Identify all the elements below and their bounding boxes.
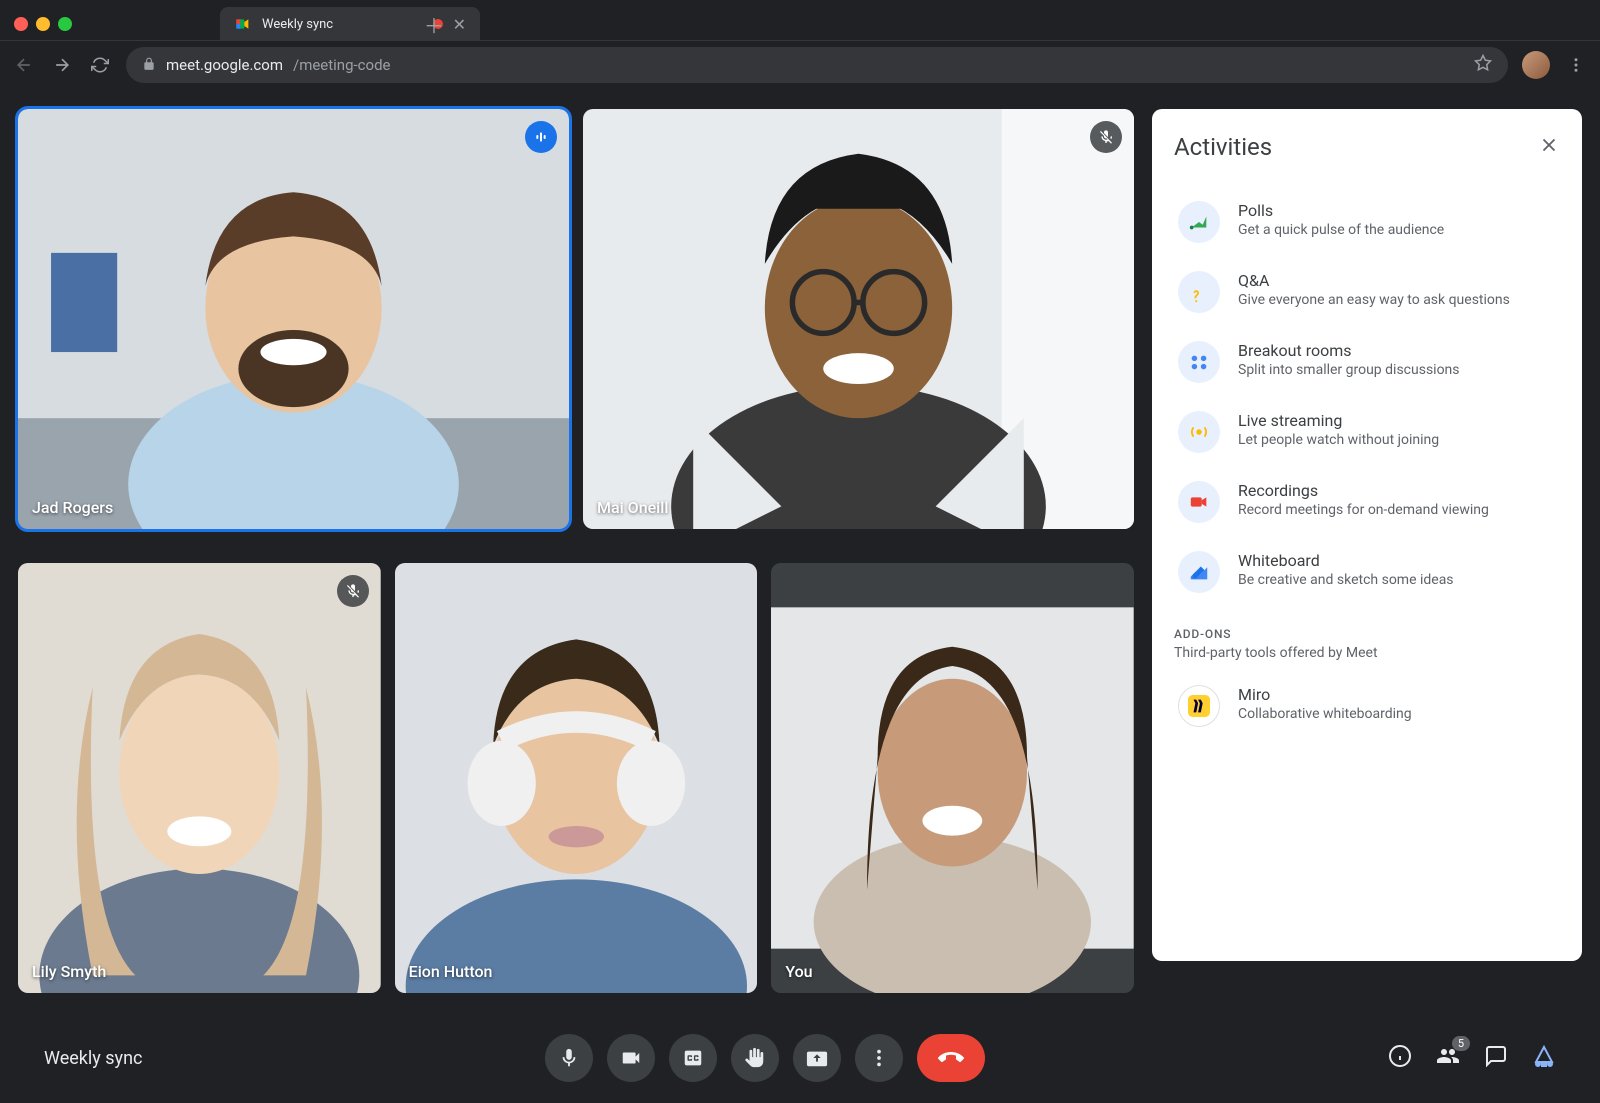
window-controls: Weekly sync ✕ ＋ xyxy=(0,0,1600,40)
addon-desc: Collaborative whiteboarding xyxy=(1238,706,1412,722)
participant-tile-jad[interactable]: Jad Rogers xyxy=(18,109,569,529)
address-bar[interactable]: meet.google.com/meeting-code xyxy=(126,47,1508,83)
activity-item-qa[interactable]: Q&A Give everyone an easy way to ask ques… xyxy=(1174,257,1560,327)
participant-tile-mai[interactable]: Mai Oneill xyxy=(583,109,1134,529)
addons-subtitle: Third-party tools offered by Meet xyxy=(1174,645,1560,661)
mic-toggle-button[interactable] xyxy=(545,1034,593,1082)
more-options-button[interactable] xyxy=(855,1034,903,1082)
live-icon xyxy=(1178,411,1220,453)
qa-icon xyxy=(1178,271,1220,313)
activity-title: Live streaming xyxy=(1238,411,1439,430)
addons-header: ADD-ONS xyxy=(1174,627,1560,641)
participant-name: Eion Hutton xyxy=(409,962,493,981)
participant-name: Jad Rogers xyxy=(32,498,113,517)
tab-title: Weekly sync xyxy=(262,17,423,32)
breakout-icon xyxy=(1178,341,1220,383)
addon-item-miro[interactable]: Miro Collaborative whiteboarding xyxy=(1174,671,1560,741)
url-path: /meeting-code xyxy=(293,56,390,74)
center-controls xyxy=(545,1034,985,1082)
panel-title: Activities xyxy=(1174,133,1272,161)
tab-close-button[interactable]: ✕ xyxy=(453,15,466,34)
participant-name: You xyxy=(785,962,812,981)
captions-button[interactable] xyxy=(669,1034,717,1082)
participant-tile-you[interactable]: You xyxy=(771,563,1134,993)
chat-button[interactable] xyxy=(1484,1044,1508,1072)
right-controls: 5 xyxy=(1388,1044,1556,1072)
miro-icon xyxy=(1178,685,1220,727)
people-button[interactable]: 5 xyxy=(1436,1044,1460,1072)
new-tab-button[interactable]: ＋ xyxy=(424,10,444,39)
window-close-button[interactable] xyxy=(14,17,28,31)
addon-title: Miro xyxy=(1238,685,1412,704)
speaking-indicator-icon xyxy=(525,121,557,153)
activity-desc: Let people watch without joining xyxy=(1238,432,1439,448)
muted-indicator-icon xyxy=(1090,121,1122,153)
camera-toggle-button[interactable] xyxy=(607,1034,655,1082)
nav-back-button[interactable] xyxy=(12,53,36,77)
meeting-name: Weekly sync xyxy=(44,1048,142,1069)
activity-desc: Be creative and sketch some ideas xyxy=(1238,572,1454,588)
bookmark-star-icon[interactable] xyxy=(1474,54,1492,76)
meeting-details-button[interactable] xyxy=(1388,1044,1412,1072)
participant-tile-eion[interactable]: Eion Hutton xyxy=(395,563,758,993)
browser-menu-button[interactable] xyxy=(1564,53,1588,77)
nav-forward-button[interactable] xyxy=(50,53,74,77)
activity-desc: Get a quick pulse of the audience xyxy=(1238,222,1444,238)
profile-avatar[interactable] xyxy=(1522,51,1550,79)
activities-panel: Activities Polls Get a quick pulse of the… xyxy=(1152,109,1582,961)
raise-hand-button[interactable] xyxy=(731,1034,779,1082)
activity-title: Polls xyxy=(1238,201,1444,220)
bottom-bar: Weekly sync xyxy=(18,1013,1582,1103)
activity-title: Breakout rooms xyxy=(1238,341,1460,360)
panel-close-button[interactable] xyxy=(1538,134,1560,160)
activity-item-live[interactable]: Live streaming Let people watch without j… xyxy=(1174,397,1560,467)
activity-desc: Give everyone an easy way to ask questio… xyxy=(1238,292,1510,308)
participant-count-badge: 5 xyxy=(1452,1036,1470,1051)
meet-app: Jad Rogers xyxy=(0,93,1600,1103)
meet-favicon-icon xyxy=(234,15,252,33)
present-screen-button[interactable] xyxy=(793,1034,841,1082)
muted-indicator-icon xyxy=(337,575,369,607)
activity-desc: Record meetings for on-demand viewing xyxy=(1238,502,1489,518)
nav-reload-button[interactable] xyxy=(88,53,112,77)
window-minimize-button[interactable] xyxy=(36,17,50,31)
url-host: meet.google.com xyxy=(166,56,283,74)
activity-title: Q&A xyxy=(1238,271,1510,290)
video-grid: Jad Rogers xyxy=(18,109,1134,1013)
participant-name: Lily Smyth xyxy=(32,962,106,981)
activity-desc: Split into smaller group discussions xyxy=(1238,362,1460,378)
activity-item-breakout[interactable]: Breakout rooms Split into smaller group d… xyxy=(1174,327,1560,397)
activity-item-whiteboard[interactable]: Whiteboard Be creative and sketch some id… xyxy=(1174,537,1560,607)
lock-icon xyxy=(142,56,156,75)
activity-item-polls[interactable]: Polls Get a quick pulse of the audience xyxy=(1174,187,1560,257)
address-bar-row: meet.google.com/meeting-code xyxy=(0,40,1600,93)
activity-title: Whiteboard xyxy=(1238,551,1454,570)
activities-button[interactable] xyxy=(1532,1044,1556,1072)
participant-name: Mai Oneill xyxy=(597,498,668,517)
browser-chrome: Weekly sync ✕ ＋ meet.google.com/meeting-… xyxy=(0,0,1600,93)
whiteboard-icon xyxy=(1178,551,1220,593)
activity-item-rec[interactable]: Recordings Record meetings for on-demand … xyxy=(1174,467,1560,537)
window-maximize-button[interactable] xyxy=(58,17,72,31)
participant-tile-lily[interactable]: Lily Smyth xyxy=(18,563,381,993)
rec-icon xyxy=(1178,481,1220,523)
polls-icon xyxy=(1178,201,1220,243)
leave-call-button[interactable] xyxy=(917,1034,985,1082)
activity-title: Recordings xyxy=(1238,481,1489,500)
